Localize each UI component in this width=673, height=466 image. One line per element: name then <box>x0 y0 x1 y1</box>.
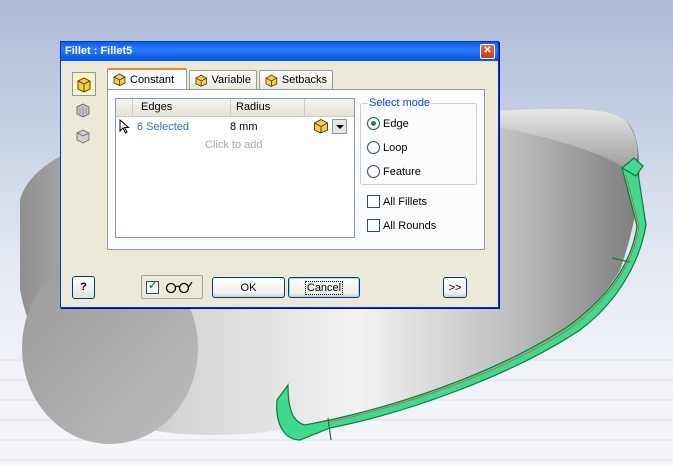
fillet-dialog: Fillet : Fillet5 ✕ Constant Variable Set… <box>60 41 499 308</box>
tab-setbacks[interactable]: Setbacks <box>259 70 333 89</box>
ok-button[interactable]: OK <box>212 277 285 298</box>
radio-feature-label: Feature <box>383 165 421 178</box>
tab-constant-label: Constant <box>130 73 175 86</box>
tab-setbacks-label: Setbacks <box>281 74 327 86</box>
column-header-edges[interactable]: Edges <box>133 99 231 116</box>
all-rounds-checkbox[interactable]: All Rounds <box>367 219 436 232</box>
checkbox-box[interactable] <box>367 195 380 208</box>
cancel-button[interactable]: Cancel <box>288 277 360 298</box>
tab-variable[interactable]: Variable <box>189 70 257 89</box>
expand-button[interactable]: >> <box>443 277 467 298</box>
grid-header-blank <box>116 99 133 116</box>
radio-edge-label: Edge <box>383 117 409 130</box>
fillet-type-full-round-button[interactable] <box>72 124 94 146</box>
full-round-fillet-icon <box>76 129 90 144</box>
radio-loop-label: Loop <box>383 141 408 154</box>
all-rounds-label: All Rounds <box>383 219 437 232</box>
cube-icon <box>113 73 126 86</box>
all-fillets-checkbox[interactable]: All Fillets <box>367 195 427 208</box>
cancel-label: Cancel <box>304 281 344 295</box>
fillet-type-edge-button[interactable] <box>72 72 96 96</box>
grid-row[interactable]: 6 Selected 8 mm <box>116 118 354 136</box>
radio-loop[interactable]: Loop <box>367 141 407 154</box>
cube-icon <box>195 74 207 87</box>
column-header-radius[interactable]: Radius <box>232 99 305 116</box>
edge-fillet-icon <box>77 77 91 93</box>
select-mode-group: Select mode Edge Loop Feature <box>360 97 477 185</box>
radio-feature[interactable]: Feature <box>367 165 421 178</box>
help-button[interactable]: ? <box>72 276 95 299</box>
edges-grid[interactable]: Edges Radius 6 Selected 8 mm Click to ad… <box>115 98 355 238</box>
cube-icon <box>314 118 328 134</box>
radio-dot[interactable] <box>367 141 380 154</box>
grid-cell-radius[interactable]: 8 mm <box>230 121 258 133</box>
tab-variable-label: Variable <box>211 74 251 86</box>
grid-header: Edges Radius <box>116 99 354 117</box>
checkbox-box[interactable] <box>367 219 380 232</box>
dialog-titlebar[interactable]: Fillet : Fillet5 ✕ <box>61 42 498 61</box>
grid-cell-edges[interactable]: 6 Selected <box>137 121 189 133</box>
tab-constant[interactable]: Constant <box>107 68 187 89</box>
tab-panel-constant: Edges Radius 6 Selected 8 mm Click to ad… <box>107 89 485 250</box>
cube-icon <box>265 74 278 87</box>
radio-dot[interactable] <box>367 165 380 178</box>
fillet-type-face-button[interactable] <box>72 98 94 120</box>
preview-checkbox[interactable] <box>146 279 159 294</box>
select-pointer-icon <box>119 119 130 134</box>
radio-dot[interactable] <box>367 117 380 130</box>
all-fillets-label: All Fillets <box>383 195 428 208</box>
radio-edge[interactable]: Edge <box>367 117 409 130</box>
chevron-down-icon[interactable] <box>332 119 347 134</box>
glasses-icon <box>165 281 193 294</box>
preview-toggle[interactable] <box>141 275 203 299</box>
select-mode-legend: Select mode <box>368 97 432 109</box>
dialog-title: Fillet : Fillet5 <box>65 45 133 57</box>
close-button[interactable]: ✕ <box>480 44 495 59</box>
click-to-add-placeholder[interactable]: Click to add <box>205 139 262 151</box>
face-fillet-icon <box>76 103 90 118</box>
